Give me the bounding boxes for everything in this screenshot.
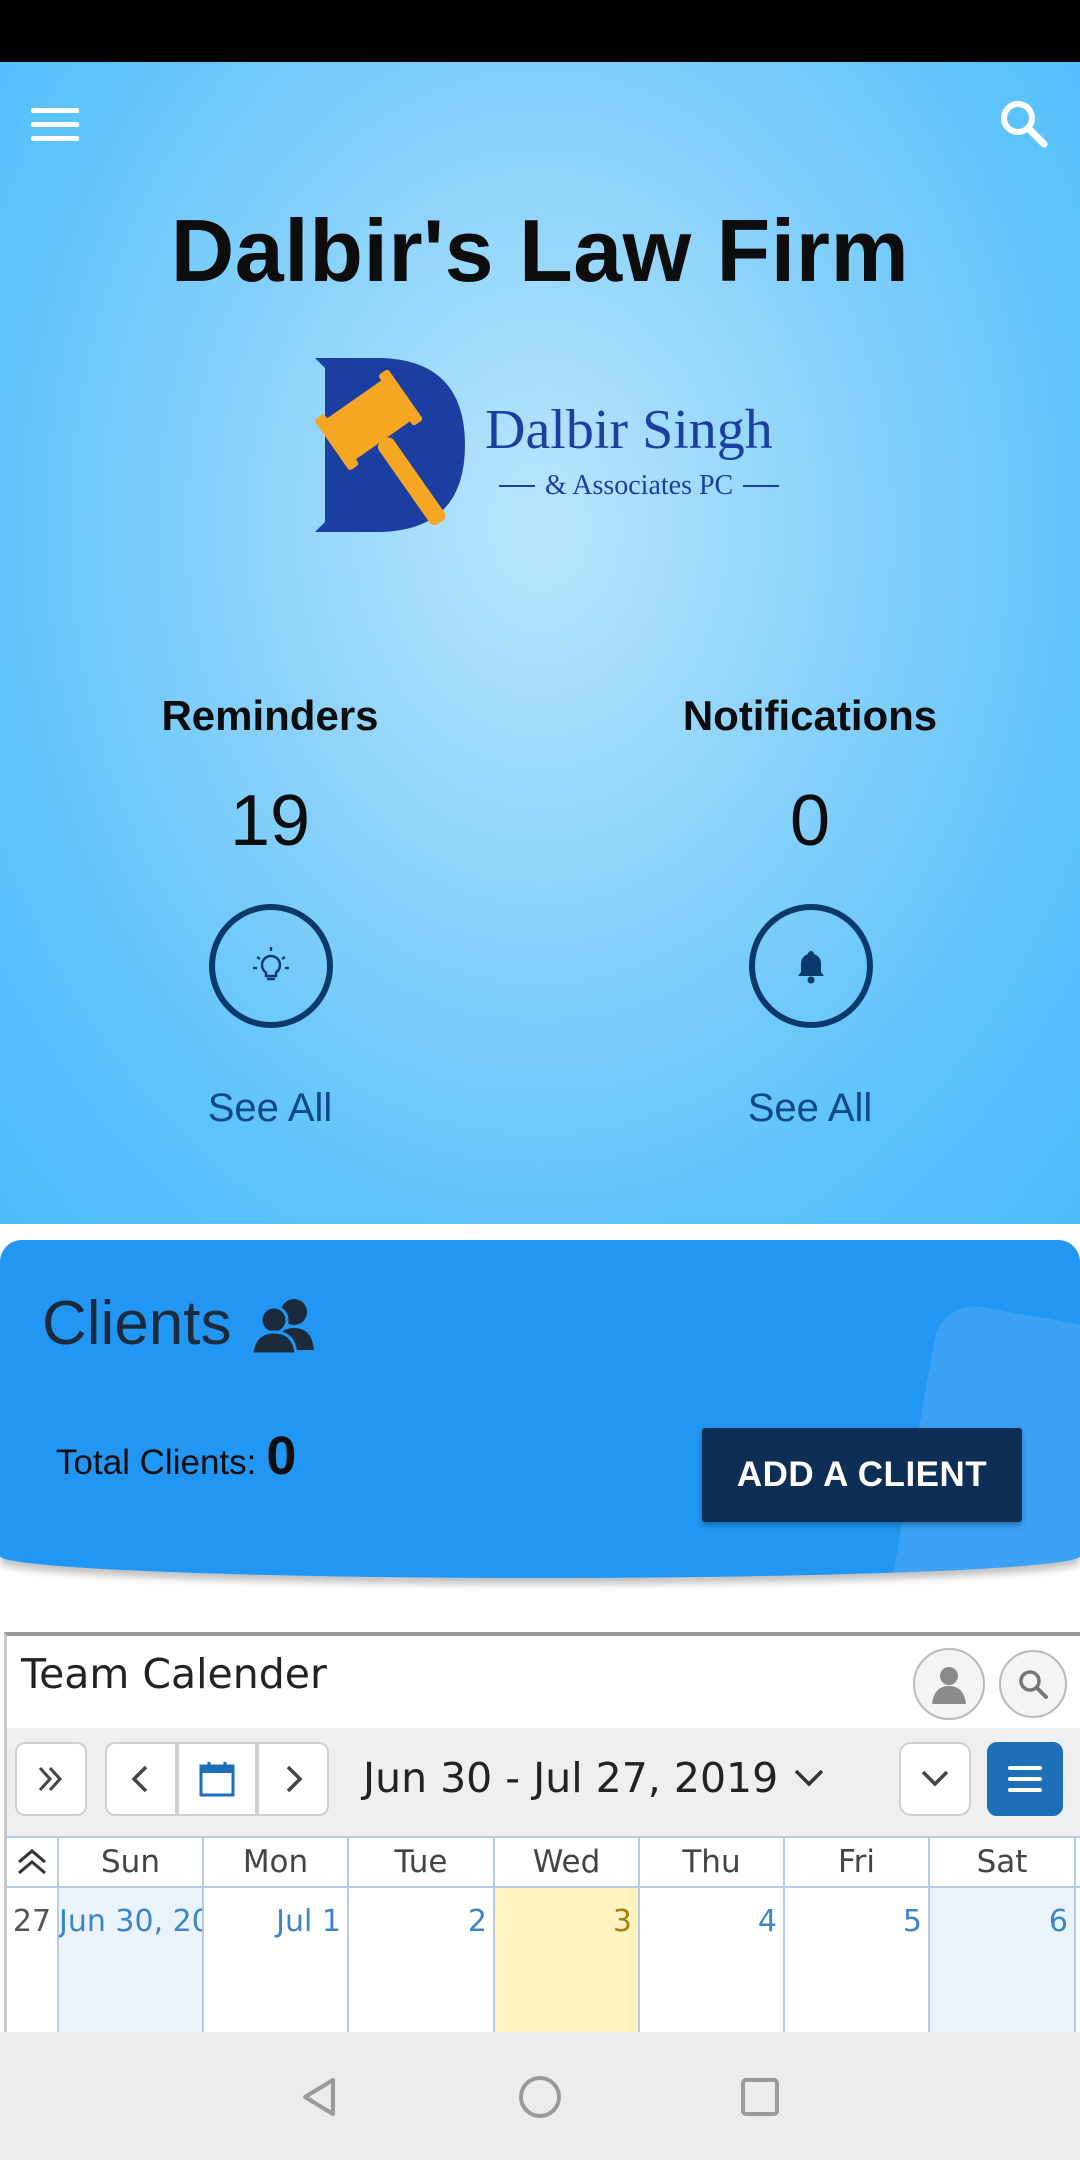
weekday-header: Sun [59,1838,204,1886]
back-triangle-icon [303,2078,335,2116]
lightbulb-icon [253,947,289,981]
clients-heading: Clients [42,1288,318,1359]
chevron-left-icon [131,1765,148,1793]
dashboard-header: Dalbir's Law Firm Dalbir Singh & Associa… [0,62,1080,1224]
notifications-button[interactable] [749,904,873,1028]
logo-name: Dalbir Singh [485,399,773,461]
search-button[interactable] [994,94,1054,154]
users-icon [250,1298,314,1354]
weekday-header: Wed [495,1838,640,1886]
calendar-toolbar: Jun 30 - Jul 27, 2019 [7,1728,1080,1836]
reminders-count: 19 [229,781,311,861]
search-icon [1019,1670,1048,1699]
day-cell[interactable]: 5 [785,1888,930,2032]
previous-button[interactable] [105,1742,177,1816]
day-cell[interactable]: 4 [640,1888,785,2032]
system-navigation-bar [0,2032,1080,2160]
firm-logo: Dalbir Singh & Associates PC [285,350,805,540]
total-clients-label: Total Clients: [56,1443,257,1482]
notifications-see-all-link[interactable]: See All [540,1086,1080,1131]
calendar-menu-button[interactable] [987,1742,1063,1816]
weekday-header: Sat [930,1838,1076,1886]
double-chevron-up-icon [18,1849,46,1875]
day-cell[interactable]: 6 [930,1888,1076,2032]
expand-button[interactable] [15,1742,87,1816]
weekday-header: Thu [640,1838,785,1886]
calendar-icon [199,1762,235,1797]
add-client-button[interactable]: ADD A CLIENT [702,1428,1022,1522]
date-range-selector[interactable]: Jun 30 - Jul 27, 2019 [363,1754,826,1802]
weekday-header: Tue [349,1838,495,1886]
app-title: Dalbir's Law Firm [170,201,910,300]
back-button[interactable] [285,2062,355,2132]
week-number: 27 [7,1888,59,2032]
status-bar [0,0,1080,62]
team-calendar: Team Calender Jun 30 - Jul 27, 2019 Sun … [4,1632,1080,2032]
notifications-count: 0 [789,781,831,861]
chevron-down-icon [921,1770,949,1787]
chevron-right-icon [286,1765,303,1793]
reminders-label: Reminders [161,692,379,739]
chevron-down-icon [794,1769,824,1787]
next-button[interactable] [257,1742,329,1816]
bell-icon [798,951,824,984]
clients-title: Clients [42,1289,232,1358]
hamburger-icon [31,108,79,113]
date-range-label: Jun 30 - Jul 27, 2019 [363,1754,779,1802]
search-icon [1001,101,1048,148]
weekday-header: Mon [204,1838,349,1886]
calendar-search-button[interactable] [999,1650,1067,1718]
list-menu-icon [1008,1766,1042,1792]
total-clients: Total Clients: 0 [56,1425,296,1487]
today-button[interactable] [177,1742,257,1816]
view-dropdown-button[interactable] [899,1742,971,1816]
total-clients-value: 0 [266,1426,297,1486]
day-cell[interactable]: Jun 30, 2019 [59,1888,204,2032]
home-circle-icon [519,2076,561,2118]
day-cell[interactable]: 2 [349,1888,495,2032]
day-cell-today[interactable]: 3 [495,1888,640,2032]
reminders-button[interactable] [209,904,333,1028]
user-icon [932,1667,966,1704]
notifications-label: Notifications [682,692,938,739]
weekday-header: Fri [785,1838,930,1886]
calendar-title: Team Calender [21,1650,327,1698]
calendar-week-row: 27 Jun 30, 2019 Jul 1 2 3 4 5 6 [7,1888,1080,2032]
recents-square-icon [741,2078,779,2116]
double-chevron-right-icon [38,1766,63,1792]
logo-subtitle: & Associates PC [489,470,789,502]
day-cell[interactable]: Jul 1 [204,1888,349,2032]
calendar-weekday-header: Sun Mon Tue Wed Thu Fri Sat [7,1836,1080,1888]
clients-card: Clients Total Clients: 0 ADD A CLIENT [0,1240,1080,1578]
gavel-logo-icon [315,358,465,532]
collapse-button[interactable] [7,1838,59,1886]
recents-button[interactable] [725,2062,795,2132]
menu-button[interactable] [28,102,82,150]
reminders-see-all-link[interactable]: See All [0,1086,540,1131]
home-button[interactable] [505,2062,575,2132]
calendar-user-button[interactable] [913,1648,985,1720]
